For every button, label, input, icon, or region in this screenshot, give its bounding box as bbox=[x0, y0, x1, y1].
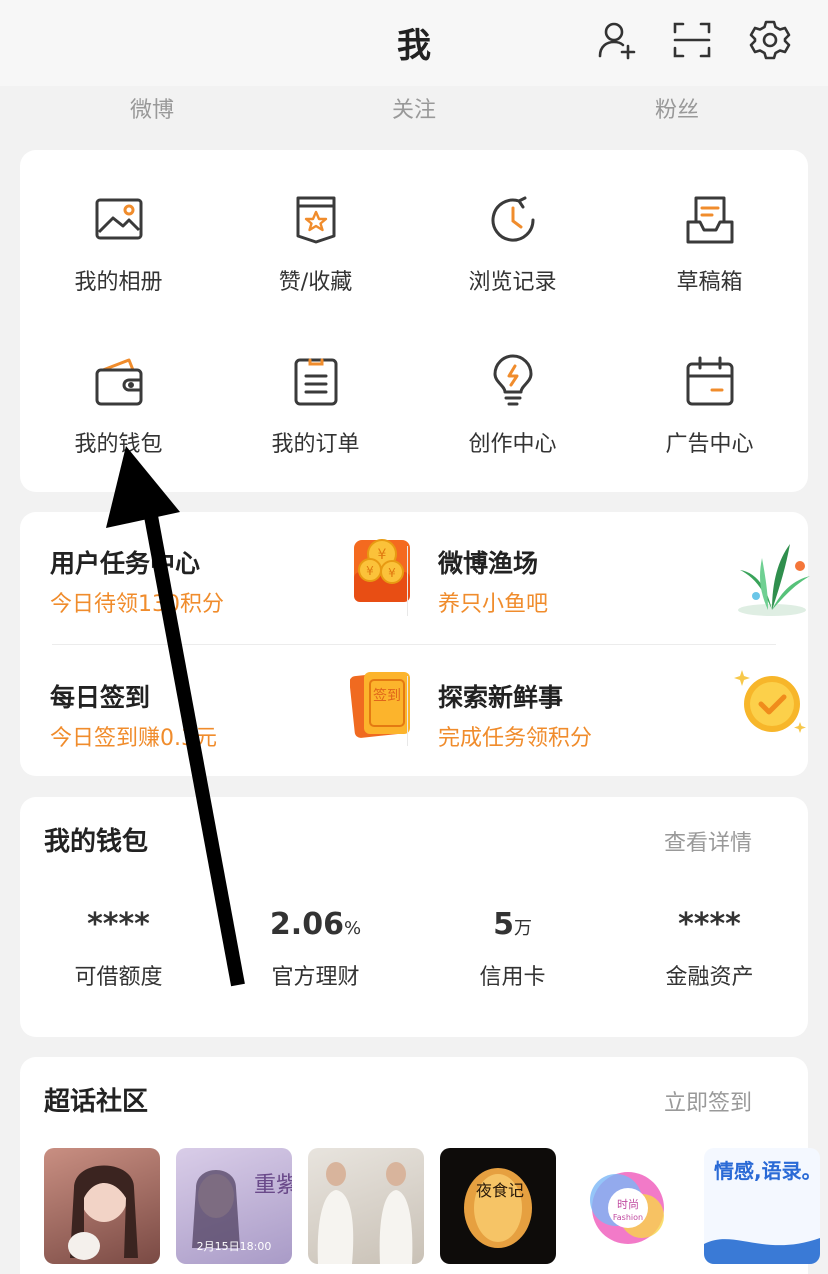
svg-text:¥: ¥ bbox=[366, 564, 374, 578]
task-title: 探索新鲜事 bbox=[438, 683, 564, 712]
wallet-value: 5 bbox=[493, 907, 514, 942]
checkin-badge-text: 签到 bbox=[373, 687, 401, 704]
task-subtitle: 今日待领130积分 bbox=[50, 592, 224, 617]
history-icon bbox=[491, 196, 535, 242]
grid-label: 赞/收藏 bbox=[278, 270, 353, 295]
grid-item-creator[interactable]: 创作中心 bbox=[414, 354, 611, 458]
wallet-item-finance[interactable]: 2.06% 官方理财 bbox=[217, 905, 414, 991]
album-icon bbox=[95, 198, 142, 240]
plant-icon bbox=[738, 544, 810, 616]
emotion-text: 情感,语录。 bbox=[714, 1159, 820, 1183]
function-grid-card: 我的相册 赞/收藏 浏览记录 草稿箱 我的钱包 我的订单 创作中心 广告中心 bbox=[20, 150, 808, 492]
poster-title-text: 重紫 bbox=[254, 1173, 292, 1198]
svg-text:¥: ¥ bbox=[388, 566, 396, 580]
wallet-unit: % bbox=[343, 918, 362, 939]
poster-thumb-art: 重紫 2月15日18:00 bbox=[192, 1170, 292, 1253]
grid-label: 我的订单 bbox=[271, 432, 360, 457]
lantern-thumb[interactable]: 夜食记 bbox=[440, 1148, 556, 1264]
grid-item-ads[interactable]: 广告中心 bbox=[611, 354, 808, 458]
wallet-label: 信用卡 bbox=[479, 965, 546, 990]
grid-label: 创作中心 bbox=[468, 432, 557, 457]
grid-item-orders[interactable]: 我的订单 bbox=[217, 354, 414, 458]
wallet-value: 2.06 bbox=[269, 907, 344, 942]
wallet-value: **** bbox=[678, 907, 741, 942]
stats-row: 微博 关注 粉丝 bbox=[0, 92, 828, 132]
grid-item-wallet[interactable]: 我的钱包 bbox=[20, 354, 217, 458]
task-title: 每日签到 bbox=[50, 683, 151, 712]
top-bar: 我 bbox=[0, 0, 828, 86]
tasks-card: 用户任务中心 今日待领130积分 ¥ ¥ ¥ 微博渔场 养只小鱼吧 每日签到 今 bbox=[20, 512, 810, 778]
fashion-cn-text: 时尚 bbox=[617, 1197, 639, 1211]
super-topic-title: 超话社区 bbox=[44, 1087, 149, 1117]
ad-calendar-icon bbox=[686, 356, 733, 406]
body-thumb-art bbox=[317, 1162, 413, 1264]
coin-chest-icon: ¥ ¥ ¥ bbox=[354, 539, 410, 602]
grid-label: 浏览记录 bbox=[468, 270, 557, 295]
portrait-thumb-art bbox=[68, 1165, 138, 1260]
lantern-thumb-art: 夜食记 bbox=[464, 1168, 532, 1248]
emotion-thumb-art: 情感,语录。 bbox=[704, 1159, 820, 1264]
task-user-center[interactable]: 用户任务中心 今日待领130积分 ¥ ¥ ¥ bbox=[50, 539, 410, 644]
task-explore[interactable]: 探索新鲜事 完成任务领积分 bbox=[438, 670, 806, 778]
wallet-value: **** bbox=[87, 907, 150, 942]
creator-bulb-icon bbox=[493, 354, 532, 406]
scan-icon[interactable] bbox=[670, 18, 714, 62]
emotion-thumb[interactable]: 情感,语录。 bbox=[704, 1148, 820, 1264]
wallet-item-credit[interactable]: **** 可借额度 bbox=[20, 905, 217, 991]
task-title: 微博渔场 bbox=[438, 549, 539, 578]
task-fishery[interactable]: 微博渔场 养只小鱼吧 bbox=[438, 544, 810, 644]
wallet-icon bbox=[95, 358, 142, 406]
grid-label: 草稿箱 bbox=[676, 270, 743, 295]
divider bbox=[52, 644, 776, 645]
order-icon bbox=[294, 358, 337, 406]
stat-weibo[interactable]: 微博 bbox=[92, 92, 212, 124]
wallet-item-credit-card[interactable]: 5万 信用卡 bbox=[414, 905, 611, 991]
poster-thumb[interactable]: 重紫 2月15日18:00 bbox=[176, 1148, 292, 1264]
add-friend-icon[interactable] bbox=[594, 18, 638, 62]
fashion-en-text: Fashion bbox=[613, 1213, 643, 1222]
wallet-label: 金融资产 bbox=[665, 965, 754, 990]
task-subtitle: 养只小鱼吧 bbox=[438, 592, 549, 617]
lantern-text: 夜食记 bbox=[476, 1181, 524, 1200]
wallet-unit: 万 bbox=[513, 918, 532, 939]
wallet-card: 我的钱包 查看详情 **** 可借额度 2.06% 官方理财 5万 信用卡 **… bbox=[20, 797, 808, 1037]
grid-item-drafts[interactable]: 草稿箱 bbox=[611, 192, 808, 296]
task-title: 用户任务中心 bbox=[50, 549, 201, 578]
wallet-label: 官方理财 bbox=[271, 965, 360, 990]
grid-label: 我的钱包 bbox=[74, 432, 163, 457]
grid-item-favorites[interactable]: 赞/收藏 bbox=[217, 192, 414, 296]
grid-label: 广告中心 bbox=[665, 432, 754, 457]
favorite-icon bbox=[296, 196, 335, 244]
poster-date-text: 2月15日18:00 bbox=[197, 1240, 272, 1253]
wallet-title: 我的钱包 bbox=[44, 827, 149, 857]
fashion-thumb-art: 时尚 Fashion bbox=[590, 1172, 664, 1244]
draft-box-icon bbox=[686, 196, 733, 244]
body-thumb[interactable] bbox=[308, 1148, 424, 1264]
wallet-item-assets[interactable]: **** 金融资产 bbox=[611, 905, 808, 991]
fashion-thumb[interactable]: 时尚 Fashion bbox=[572, 1148, 688, 1264]
wallet-label: 可借额度 bbox=[74, 965, 163, 990]
wallet-details-link[interactable]: 查看详情 bbox=[664, 825, 752, 857]
grid-item-album[interactable]: 我的相册 bbox=[20, 192, 217, 296]
divider bbox=[407, 676, 408, 746]
task-subtitle: 完成任务领积分 bbox=[438, 726, 593, 751]
grid-label: 我的相册 bbox=[74, 270, 163, 295]
stat-following[interactable]: 关注 bbox=[354, 92, 474, 124]
super-topic-checkin-link[interactable]: 立即签到 bbox=[664, 1085, 752, 1117]
gold-check-icon bbox=[734, 670, 806, 733]
task-subtitle: 今日签到赚0.3元 bbox=[50, 726, 217, 751]
task-checkin[interactable]: 每日签到 今日签到赚0.3元 签到 bbox=[50, 672, 410, 778]
divider bbox=[407, 546, 408, 616]
settings-icon[interactable] bbox=[748, 18, 792, 62]
stat-followers[interactable]: 粉丝 bbox=[617, 92, 737, 124]
checkin-card-icon: 签到 bbox=[350, 672, 410, 738]
svg-text:¥: ¥ bbox=[378, 547, 387, 563]
portrait-thumb[interactable] bbox=[44, 1148, 160, 1264]
grid-item-history[interactable]: 浏览记录 bbox=[414, 192, 611, 296]
